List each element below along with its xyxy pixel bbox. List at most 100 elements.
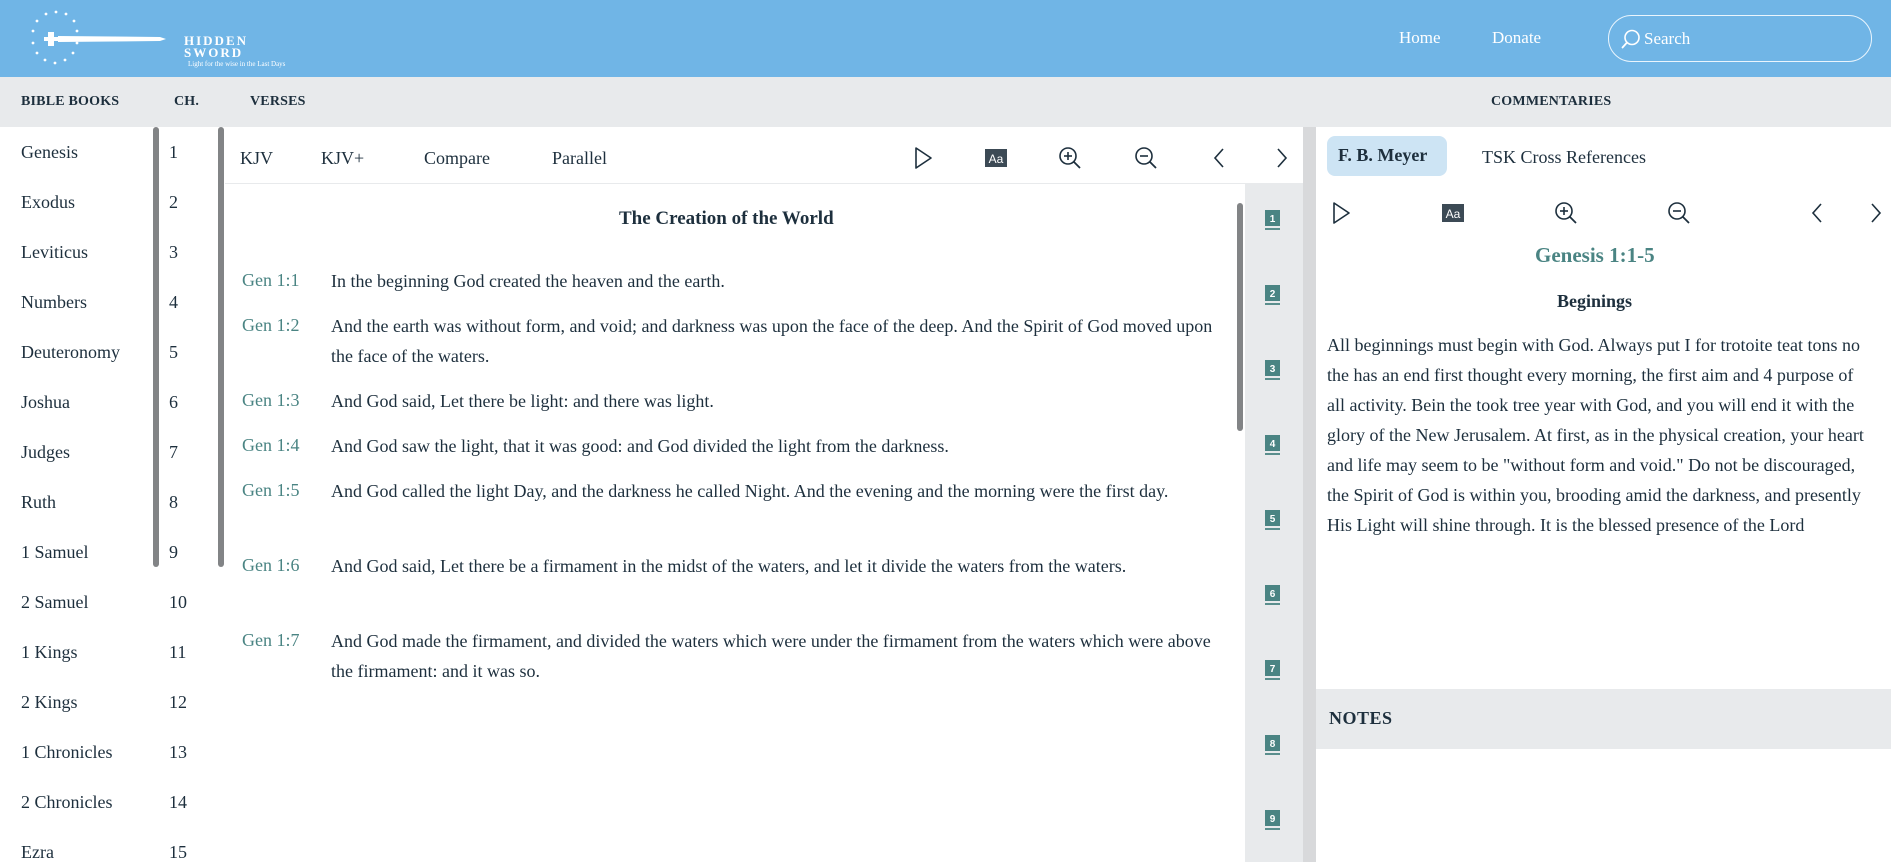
verse-reference[interactable]: Gen 1:3 xyxy=(242,390,300,411)
book-item[interactable]: Deuteronomy xyxy=(21,342,120,363)
verse-reference[interactable]: Gen 1:7 xyxy=(242,630,300,651)
verse-text: And God said, Let there be a firmament i… xyxy=(331,556,1127,576)
zoom-in-icon[interactable] xyxy=(1057,145,1083,171)
tab-compare[interactable]: Compare xyxy=(424,148,490,169)
verse-marker-8-icon[interactable]: 8 xyxy=(1263,734,1283,756)
nav-home-link[interactable]: Home xyxy=(1399,28,1441,48)
verse-text: And God said, Let there be light: and th… xyxy=(331,391,714,411)
verses-scrollbar[interactable] xyxy=(1237,203,1243,431)
logo-title: HIDDEN SWORD xyxy=(184,33,249,60)
chapter-item[interactable]: 13 xyxy=(169,742,187,763)
book-item[interactable]: 1 Samuel xyxy=(21,542,89,563)
chapter-item[interactable]: 14 xyxy=(169,792,187,813)
verse-text: And God made the firmament, and divided … xyxy=(331,631,1211,681)
commentary-body: All beginnings must begin with God. Alwa… xyxy=(1327,335,1864,535)
search-icon xyxy=(1621,29,1640,49)
logo[interactable]: HIDDEN SWORD Light for the wise in the L… xyxy=(20,8,300,68)
commentary-title: Beginings xyxy=(1557,291,1633,311)
chevron-right-icon[interactable] xyxy=(1268,145,1294,171)
commentary-font-size-icon[interactable]: Aa xyxy=(1440,200,1466,226)
verse-marker-2-icon[interactable]: 2 xyxy=(1263,284,1283,306)
section-heading: The Creation of the World xyxy=(619,208,834,229)
book-item[interactable]: Judges xyxy=(21,442,70,463)
tab-parallel[interactable]: Parallel xyxy=(552,148,607,169)
play-icon[interactable] xyxy=(910,145,936,171)
chapter-item[interactable]: 5 xyxy=(169,342,178,363)
search-input[interactable] xyxy=(1644,26,1854,52)
book-item[interactable]: Leviticus xyxy=(21,242,88,263)
verse-marker-label: 3 xyxy=(1270,364,1276,375)
tab-tsk-cross-references[interactable]: TSK Cross References xyxy=(1482,147,1646,168)
books-scrollbar[interactable] xyxy=(153,127,159,567)
verse-marker-1-icon[interactable]: 1 xyxy=(1263,209,1283,231)
chapter-item[interactable]: 6 xyxy=(169,392,178,413)
book-item[interactable]: Numbers xyxy=(21,292,87,313)
top-header: HIDDEN SWORD Light for the wise in the L… xyxy=(0,0,1891,77)
chapter-item[interactable]: 7 xyxy=(169,442,178,463)
font-size-icon[interactable]: Aa xyxy=(983,145,1009,171)
verse-marker-6-icon[interactable]: 6 xyxy=(1263,584,1283,606)
verse-marker-label: 2 xyxy=(1270,289,1276,300)
notes-label: NOTES xyxy=(1329,708,1393,728)
tab-kjv[interactable]: KJV xyxy=(240,148,273,169)
verse-reference[interactable]: Gen 1:5 xyxy=(242,480,300,501)
verse-marker-label: 4 xyxy=(1270,439,1276,450)
nav-donate-link[interactable]: Donate xyxy=(1492,28,1541,48)
verse-text: And God called the light Day, and the da… xyxy=(331,481,1169,501)
verse-marker-label: 7 xyxy=(1270,664,1276,675)
book-item[interactable]: Ezra xyxy=(21,842,54,862)
verse-marker-4-icon[interactable]: 4 xyxy=(1263,434,1283,456)
bible-books-header: BIBLE BOOKS xyxy=(21,94,120,109)
book-item[interactable]: Genesis xyxy=(21,142,78,163)
sword-logo-icon xyxy=(31,10,166,65)
verse-marker-9-icon[interactable]: 9 xyxy=(1263,809,1283,831)
book-item[interactable]: 1 Chronicles xyxy=(21,742,113,763)
column-headers: BIBLE BOOKS CH. VERSES COMMENTARIES xyxy=(0,77,1891,127)
commentary-chevron-left-icon[interactable] xyxy=(1805,200,1831,226)
tab-kjv-plus[interactable]: KJV+ xyxy=(321,148,364,169)
chapter-item[interactable]: 4 xyxy=(169,292,178,313)
logo-tagline: Light for the wise in the Last Days xyxy=(188,60,286,68)
verse-marker-7-icon[interactable]: 7 xyxy=(1263,659,1283,681)
chapter-item[interactable]: 10 xyxy=(169,592,187,613)
verse-reference[interactable]: Gen 1:2 xyxy=(242,315,300,336)
chapter-item[interactable]: 8 xyxy=(169,492,178,513)
book-item[interactable]: Ruth xyxy=(21,492,56,513)
verse-reference[interactable]: Gen 1:4 xyxy=(242,435,300,456)
book-item[interactable]: 2 Samuel xyxy=(21,592,89,613)
commentary-zoom-out-icon[interactable] xyxy=(1666,200,1692,226)
zoom-out-icon[interactable] xyxy=(1133,145,1159,171)
tab-fb-meyer[interactable]: F. B. Meyer xyxy=(1338,145,1427,166)
notes-bar xyxy=(1316,689,1891,749)
chevron-left-icon[interactable] xyxy=(1207,145,1233,171)
chapter-item[interactable]: 11 xyxy=(169,642,186,663)
chapter-item[interactable]: 2 xyxy=(169,192,178,213)
commentary-chevron-right-icon[interactable] xyxy=(1862,200,1888,226)
chapter-item[interactable]: 1 xyxy=(169,142,178,163)
book-item[interactable]: Exodus xyxy=(21,192,75,213)
verse-reference[interactable]: Gen 1:6 xyxy=(242,555,300,576)
verse-marker-5-icon[interactable]: 5 xyxy=(1263,509,1283,531)
chapters-scrollbar[interactable] xyxy=(218,127,224,567)
verse-reference[interactable]: Gen 1:1 xyxy=(242,270,300,291)
book-item[interactable]: 2 Kings xyxy=(21,692,78,713)
verse-marker-label: 6 xyxy=(1270,589,1276,600)
svg-text:Aa: Aa xyxy=(989,152,1004,166)
svg-text:Aa: Aa xyxy=(1446,207,1461,221)
book-item[interactable]: 2 Chronicles xyxy=(21,792,113,813)
chapter-item[interactable]: 12 xyxy=(169,692,187,713)
book-item[interactable]: 1 Kings xyxy=(21,642,78,663)
commentary-play-icon[interactable] xyxy=(1328,200,1354,226)
commentary-zoom-in-icon[interactable] xyxy=(1553,200,1579,226)
toolbar-divider xyxy=(225,183,1303,184)
book-item[interactable]: Joshua xyxy=(21,392,70,413)
commentaries-header: COMMENTARIES xyxy=(1491,94,1612,109)
search-box[interactable] xyxy=(1608,15,1872,62)
verses-header: VERSES xyxy=(250,94,306,109)
verse-text: And God saw the light, that it was good:… xyxy=(331,436,949,456)
chapter-item[interactable]: 3 xyxy=(169,242,178,263)
verse-marker-3-icon[interactable]: 3 xyxy=(1263,359,1283,381)
panel-resize-gutter[interactable] xyxy=(1303,127,1316,862)
chapter-item[interactable]: 15 xyxy=(169,842,187,862)
chapter-item[interactable]: 9 xyxy=(169,542,178,563)
